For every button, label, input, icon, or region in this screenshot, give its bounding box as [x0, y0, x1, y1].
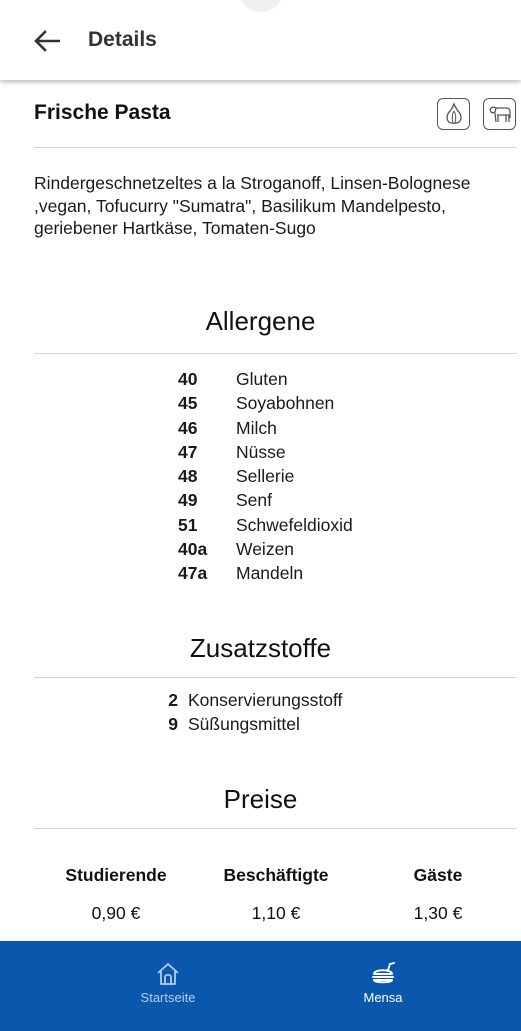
page-title: Details: [88, 28, 157, 51]
app-bar: Details: [0, 0, 521, 80]
price-column-guests: Gäste 1,30 €: [353, 865, 521, 924]
allergen-name: Sellerie: [236, 466, 295, 487]
allergen-row: 47a Mandeln: [178, 561, 353, 585]
allergen-code: 49: [178, 490, 198, 511]
allergen-code: 51: [178, 514, 198, 535]
allergen-row: 40a Weizen: [178, 537, 353, 561]
price-value: 0,90 €: [91, 903, 141, 923]
allergen-name: Gluten: [236, 369, 288, 389]
cow-icon: [483, 98, 516, 130]
allergen-name: Senf: [236, 490, 272, 511]
price-label: Studierende: [65, 865, 167, 885]
allergen-row: 40 Gluten: [178, 367, 353, 391]
additive-row: 2 Konservierungsstoff: [148, 688, 342, 712]
garlic-icon: [437, 98, 470, 130]
details-content: Frische Pasta Rindergeschnetzeltes a la …: [0, 80, 521, 941]
allergen-name: Mandeln: [236, 563, 304, 584]
allergen-row: 47 Nüsse: [178, 440, 353, 464]
allergen-name: Soyabohnen: [236, 393, 335, 414]
allergen-row: 45 Soyabohnen: [178, 391, 353, 415]
additive-code: 2: [168, 690, 178, 710]
allergen-code: 47a: [178, 563, 208, 584]
nav-label: Mensa: [363, 990, 403, 1005]
home-icon: [157, 963, 179, 985]
price-value: 1,10 €: [251, 903, 301, 923]
allergen-code: 40: [178, 369, 198, 389]
nav-label: Startseite: [140, 990, 196, 1005]
additive-list: 2 Konservierungsstoff 9 Süßungsmittel: [148, 688, 342, 737]
dish-divider: [34, 147, 517, 148]
nav-item-startseite[interactable]: Startseite: [108, 961, 228, 1005]
allergen-code: 47: [178, 441, 198, 462]
price-label: Beschäftigte: [223, 865, 329, 885]
back-button[interactable]: [30, 26, 64, 56]
additive-code: 9: [168, 714, 178, 735]
allergen-name: Milch: [236, 417, 277, 438]
allergen-list: 40 Gluten 45 Soyabohnen 46 Milch 47 Nüsse 48…: [178, 367, 353, 586]
additives-title: Zusatzstoffe: [189, 633, 332, 663]
dish-title: Frische Pasta: [34, 101, 171, 124]
prices-title: Preise: [223, 784, 298, 814]
allergen-name: Schwefeldioxid: [236, 514, 353, 535]
price-column-employees: Beschäftigte 1,10 €: [191, 865, 361, 924]
additive-name: Konservierungsstoff: [188, 690, 343, 710]
arrow-left-icon: [34, 30, 60, 52]
dish-description: Rindergeschnetzeltes a la Stroganoff, Li…: [34, 173, 471, 238]
additives-divider: [34, 677, 517, 678]
additive-row: 9 Süßungsmittel: [148, 712, 342, 736]
additive-name: Süßungsmittel: [188, 714, 300, 735]
allergen-row: 49 Senf: [178, 488, 353, 512]
prices-divider: [34, 828, 517, 829]
allergen-code: 48: [178, 466, 198, 487]
allergen-code: 46: [178, 417, 198, 438]
allergen-code: 40a: [178, 539, 208, 560]
allergen-name: Weizen: [236, 539, 295, 560]
nav-item-mensa[interactable]: Mensa: [323, 961, 443, 1005]
burger-icon: [372, 962, 395, 984]
price-column-students: Studierende 0,90 €: [31, 865, 201, 924]
allergens-title: Allergene: [205, 306, 316, 336]
allergen-code: 45: [178, 393, 198, 414]
allergen-row: 51 Schwefeldioxid: [178, 513, 353, 537]
allergen-row: 48 Sellerie: [178, 464, 353, 488]
allergen-name: Nüsse: [236, 441, 286, 462]
allergen-row: 46 Milch: [178, 416, 353, 440]
allergens-divider: [34, 353, 517, 354]
bottom-nav: Startseite Mensa: [0, 941, 521, 1031]
price-label: Gäste: [413, 865, 463, 885]
price-value: 1,30 €: [413, 903, 463, 923]
